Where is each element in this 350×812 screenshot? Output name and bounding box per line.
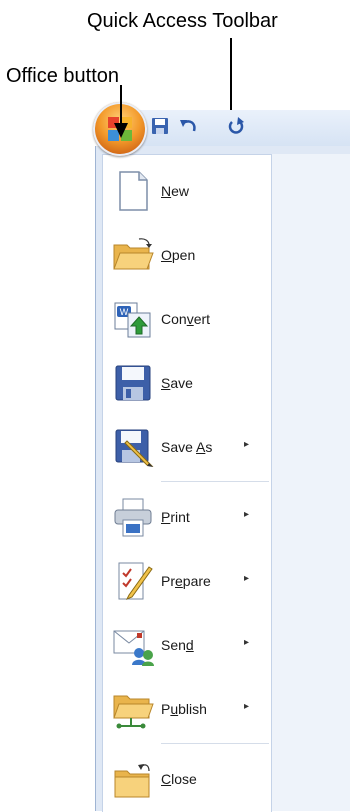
menu-item-open[interactable]: Open bbox=[103, 223, 271, 287]
submenu-arrow-icon: ▸ bbox=[244, 439, 250, 450]
save-as-icon bbox=[115, 429, 154, 467]
save-qat-button[interactable] bbox=[150, 116, 170, 136]
menu-item-convert[interactable]: W Convert bbox=[103, 287, 271, 351]
office-menu-commands: New Open W Convert Save Save As ▸ Print … bbox=[102, 154, 272, 812]
new-document-icon bbox=[119, 171, 148, 211]
menu-item-label: New bbox=[161, 183, 190, 199]
menu-separator bbox=[161, 481, 269, 482]
menu-item-save-as[interactable]: Save As ▸ bbox=[103, 415, 271, 479]
menu-item-close[interactable]: Close bbox=[103, 747, 271, 811]
open-folder-icon bbox=[113, 238, 154, 270]
menu-item-publish[interactable]: Publish ▸ bbox=[103, 677, 271, 741]
menu-item-label: Convert bbox=[161, 311, 211, 327]
convert-icon: W bbox=[114, 302, 151, 338]
menu-item-save[interactable]: Save bbox=[103, 351, 271, 415]
publish-icon bbox=[113, 695, 154, 729]
submenu-arrow-icon: ▸ bbox=[244, 701, 250, 712]
redo-qat-button[interactable] bbox=[226, 116, 246, 136]
menu-item-send[interactable]: Send ▸ bbox=[103, 613, 271, 677]
close-folder-icon bbox=[114, 764, 150, 798]
menu-separator bbox=[161, 743, 269, 744]
office-menu: New Open W Convert Save Save As ▸ Print … bbox=[95, 146, 350, 812]
menu-item-label: Publish bbox=[161, 701, 207, 717]
save-icon bbox=[115, 365, 151, 401]
office-annotation-label: Office button bbox=[6, 65, 120, 87]
submenu-arrow-icon: ▸ bbox=[244, 573, 250, 584]
menu-item-label: Prepare bbox=[161, 573, 211, 589]
menu-item-label: Print bbox=[161, 509, 190, 525]
send-icon bbox=[113, 630, 154, 666]
svg-text:W: W bbox=[120, 307, 129, 317]
prepare-icon bbox=[118, 562, 153, 600]
menu-item-print[interactable]: Print ▸ bbox=[103, 485, 271, 549]
menu-item-label: Open bbox=[161, 247, 196, 263]
menu-item-label: Save bbox=[161, 375, 193, 391]
submenu-arrow-icon: ▸ bbox=[244, 637, 250, 648]
quick-access-toolbar bbox=[140, 110, 350, 147]
qat-annotation-label: Quick Access Toolbar bbox=[87, 10, 278, 32]
office-annotation-arrow bbox=[114, 85, 128, 138]
recent-documents-pane bbox=[271, 154, 350, 811]
menu-item-label: Save As bbox=[161, 439, 213, 455]
printer-icon bbox=[114, 498, 152, 537]
menu-item-prepare[interactable]: Prepare ▸ bbox=[103, 549, 271, 613]
menu-item-label: Close bbox=[161, 771, 197, 787]
menu-item-label: Send bbox=[161, 637, 194, 653]
undo-qat-button[interactable] bbox=[178, 116, 198, 136]
submenu-arrow-icon: ▸ bbox=[244, 509, 250, 520]
menu-item-new[interactable]: New bbox=[103, 159, 271, 223]
